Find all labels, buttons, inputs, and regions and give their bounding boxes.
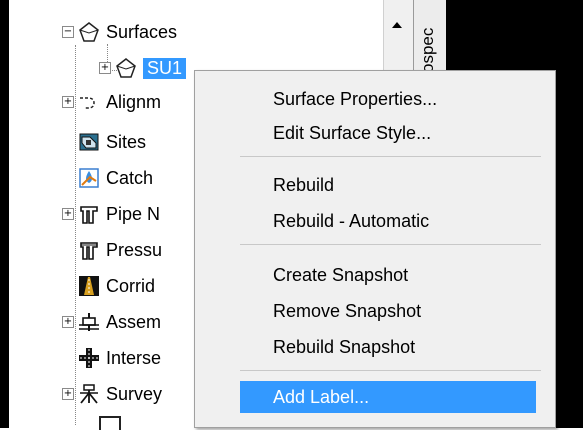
menu-item-rebuild-snapshot[interactable]: Rebuild Snapshot	[195, 331, 555, 363]
survey-icon	[78, 383, 100, 405]
scroll-up-arrow-icon[interactable]	[392, 22, 402, 28]
tree-item-label: Pipe N	[106, 203, 161, 224]
tree-item-label: Corrid	[106, 275, 156, 296]
tree-item-surfaces[interactable]: − Surfaces	[62, 18, 177, 46]
expand-toggle[interactable]: +	[62, 208, 74, 220]
tree-item-pipe-networks[interactable]: + Pipe N	[62, 200, 160, 228]
pressure-network-icon	[78, 239, 100, 261]
menu-item-rebuild[interactable]: Rebuild	[195, 169, 555, 201]
tree-item-label: Survey	[106, 383, 163, 404]
tree-item-label: Interse	[106, 347, 162, 368]
left-edge	[0, 0, 9, 428]
surface-icon	[115, 57, 137, 79]
tree-item-label: Sites	[106, 131, 147, 152]
tree-item-label-selected: SU1	[143, 57, 187, 79]
tree-item-alignments[interactable]: + Alignm	[62, 88, 161, 116]
tree-item-label: Assem	[106, 311, 162, 332]
tree-item-assemblies[interactable]: + Assem	[62, 308, 161, 336]
menu-separator	[240, 244, 541, 245]
tree-item-label: Catch	[106, 167, 154, 188]
tree-item-label: Alignm	[106, 91, 162, 112]
sites-icon	[78, 131, 100, 153]
tree-item-label: Surfaces	[106, 21, 178, 42]
intersection-icon	[78, 347, 100, 369]
collapse-toggle[interactable]: −	[62, 26, 74, 38]
corridor-icon	[78, 275, 100, 297]
expand-toggle[interactable]: +	[62, 388, 74, 400]
menu-item-edit-surface-style[interactable]: Edit Surface Style...	[195, 117, 555, 149]
alignment-icon	[78, 91, 100, 113]
tree-item-pressure-networks[interactable]: Pressu	[78, 236, 162, 264]
menu-separator	[240, 156, 541, 157]
expand-toggle[interactable]: +	[62, 316, 74, 328]
surfaces-icon	[78, 21, 100, 43]
menu-item-rebuild-automatic[interactable]: Rebuild - Automatic	[195, 205, 555, 237]
expand-toggle[interactable]: +	[99, 62, 111, 74]
menu-item-remove-snapshot[interactable]: Remove Snapshot	[195, 295, 555, 327]
tree-item-intersections[interactable]: Interse	[78, 344, 161, 372]
menu-item-create-snapshot[interactable]: Create Snapshot	[195, 259, 555, 291]
menu-separator	[240, 370, 541, 371]
tree-item-survey[interactable]: + Survey	[62, 380, 162, 408]
context-menu: Surface Properties... Edit Surface Style…	[194, 70, 556, 428]
tree-item-corridors[interactable]: Corrid	[78, 272, 155, 300]
tree-item-label: Pressu	[106, 239, 163, 260]
assembly-icon	[78, 311, 100, 333]
catchment-icon	[78, 167, 100, 189]
pipe-network-icon	[78, 203, 100, 225]
tree-item-sites[interactable]: Sites	[78, 128, 146, 156]
tree-item-catchments[interactable]: Catch	[78, 164, 153, 192]
menu-item-add-label[interactable]: Add Label...	[240, 381, 536, 413]
menu-item-surface-properties[interactable]: Surface Properties...	[195, 83, 555, 115]
tree-item-su1[interactable]: + SU1	[99, 54, 187, 82]
expand-toggle[interactable]: +	[62, 96, 74, 108]
